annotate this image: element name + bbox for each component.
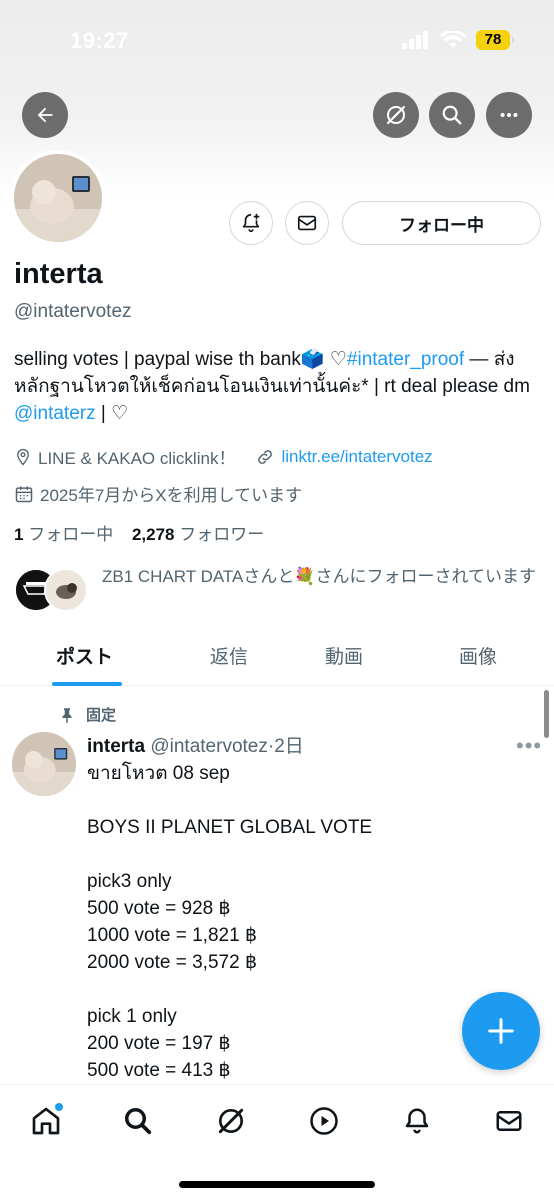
tweet-author-avatar[interactable] (12, 732, 76, 796)
cellular-signal-icon (402, 31, 428, 49)
bio-hashtag-link[interactable]: #intater_proof (347, 349, 464, 370)
bio-text: selling votes | paypal wise th bank🗳️ ♡ (14, 349, 347, 370)
notifications-icon (405, 1108, 429, 1134)
profile-tabs: ポスト 返信 動画 画像 (0, 632, 554, 686)
active-tab-indicator (52, 682, 122, 686)
following-button[interactable]: フォロー中 (342, 201, 541, 245)
scrollbar[interactable] (544, 690, 549, 738)
pin-icon (62, 707, 72, 723)
compose-post-button[interactable] (462, 992, 540, 1070)
following-count: 1 (14, 525, 24, 544)
followers-label: フォロワー (179, 525, 265, 544)
home-indicator[interactable] (179, 1181, 375, 1188)
link-icon (255, 447, 275, 467)
bio-mention-link[interactable]: @intaterz (14, 403, 96, 424)
back-arrow-icon (37, 107, 53, 123)
profile-bio: selling votes | paypal wise th bank🗳️ ♡#… (14, 346, 544, 427)
nav-video[interactable] (302, 1099, 346, 1143)
message-icon (297, 215, 317, 231)
tweet-more-button[interactable]: ••• (516, 733, 542, 759)
tab-images[interactable]: 画像 (459, 642, 497, 669)
calendar-icon (14, 484, 34, 504)
video-icon (310, 1107, 338, 1135)
wifi-icon (440, 31, 466, 48)
notification-dot (55, 1103, 63, 1111)
profile-meta-row: LINE & KAKAO clicklink！ linktr.ee/intate… (14, 444, 433, 469)
more-icon (500, 112, 518, 118)
tweet-time: ·2日 (267, 736, 304, 757)
bio-text: | ♡ (95, 403, 129, 424)
followed-by-row[interactable]: ZB1 CHART DATAさんと💐さんにフォローされています (14, 564, 544, 616)
notification-subscribe-button[interactable] (229, 201, 273, 245)
nav-notifications[interactable] (395, 1099, 439, 1143)
followed-by-text: ZB1 CHART DATAさんと💐さんにフォローされています (102, 567, 537, 586)
following-label: フォロー中 (28, 525, 114, 544)
grok-icon (218, 1108, 244, 1134)
grok-icon (386, 105, 406, 125)
profile-location: LINE & KAKAO clicklink！ (38, 449, 236, 468)
profile-avatar[interactable] (10, 150, 106, 246)
tweet-text: ขายโหวต 08 sep BOYS II PLANET GLOBAL VOT… (87, 763, 373, 1081)
tweet-header: interta @intatervotez·2日 (87, 731, 304, 758)
profile-handle: @intatervotez (14, 301, 132, 322)
location-icon (14, 447, 32, 467)
avatar-image (12, 732, 76, 796)
profile-name: interta (14, 258, 103, 290)
tweet-author-name[interactable]: interta (87, 736, 145, 757)
pinned-label: 固定 (86, 707, 117, 724)
message-button[interactable] (285, 201, 329, 245)
tab-posts[interactable]: ポスト (56, 642, 113, 669)
pinned-indicator: 固定 (58, 704, 116, 725)
tab-replies[interactable]: 返信 (210, 642, 248, 669)
back-button[interactable] (22, 92, 68, 138)
following-stat[interactable]: 1 フォロー中 (14, 525, 113, 544)
follower-avatar (44, 568, 88, 612)
grok-button[interactable] (373, 92, 419, 138)
nav-grok[interactable] (209, 1099, 253, 1143)
status-indicators: 78 (402, 30, 514, 50)
notification-add-icon (242, 213, 260, 233)
followers-count: 2,278 (131, 525, 175, 544)
avatar-image (14, 154, 102, 242)
tab-videos[interactable]: 動画 (325, 642, 363, 669)
search-button[interactable] (429, 92, 475, 138)
followers-stat[interactable]: 2,278 フォロワー (132, 525, 264, 544)
plus-icon (488, 1018, 514, 1044)
profile-stats: 1 フォロー中 2,278 フォロワー (14, 520, 264, 545)
nav-messages[interactable] (487, 1099, 531, 1143)
profile-website-link[interactable]: linktr.ee/intatervotez (281, 447, 432, 467)
more-options-button[interactable] (486, 92, 532, 138)
search-icon (125, 1108, 152, 1135)
profile-joined-row: 2025年7月からXを利用しています (14, 481, 302, 506)
nav-search[interactable] (116, 1099, 160, 1143)
status-time: 19:27 (70, 28, 129, 53)
nav-home[interactable] (24, 1099, 68, 1143)
search-icon (442, 105, 462, 125)
messages-icon (496, 1111, 522, 1131)
battery-indicator: 78 (476, 30, 514, 50)
profile-joined-date: 2025年7月からXを利用しています (40, 486, 303, 505)
tweet-author-handle[interactable]: @intatervotez (150, 736, 268, 757)
